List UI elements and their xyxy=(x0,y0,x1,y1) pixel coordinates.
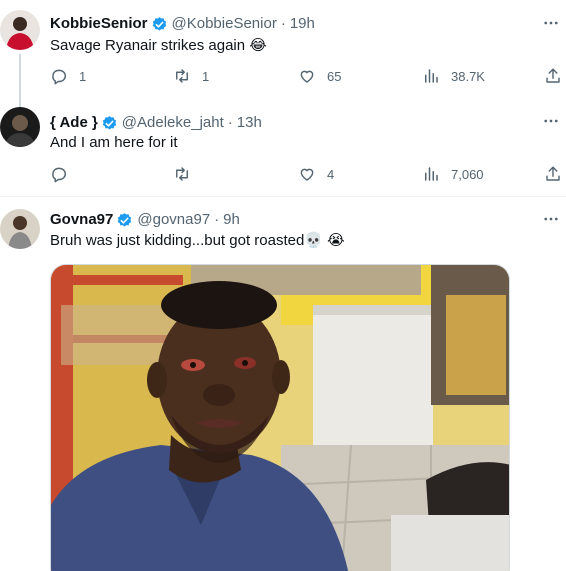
photo-image xyxy=(51,265,509,571)
handle[interactable]: @KobbieSenior xyxy=(172,15,277,33)
timestamp[interactable]: 13h xyxy=(237,114,262,132)
view-count: 38.7K xyxy=(451,68,485,84)
view-count: 7,060 xyxy=(451,166,484,182)
retweet-count: 1 xyxy=(202,68,210,84)
avatar-kobbiesenior[interactable] xyxy=(0,10,40,50)
avatar-adeleke[interactable] xyxy=(0,107,40,147)
reply-icon xyxy=(52,69,67,85)
like-button[interactable]: 4 xyxy=(298,165,334,183)
display-name[interactable]: Govna97 xyxy=(50,211,113,229)
tweet-text: And I am here for it xyxy=(50,134,178,151)
share-button[interactable] xyxy=(544,67,562,85)
display-name[interactable]: KobbieSenior xyxy=(50,15,148,33)
timestamp[interactable]: 9h xyxy=(223,211,240,229)
tweet-1[interactable]: KobbieSenior @KobbieSenior · 19h Savage … xyxy=(0,0,566,110)
share-button[interactable] xyxy=(544,165,562,183)
separator-dot: · xyxy=(214,211,220,228)
tweet-header: Govna97 @govna97 · 9h xyxy=(50,211,240,229)
views-button[interactable]: 7,060 xyxy=(422,165,484,183)
more-icon[interactable] xyxy=(542,112,560,130)
verified-badge-icon xyxy=(118,212,132,227)
views-icon xyxy=(425,167,438,181)
verified-badge-icon xyxy=(152,16,166,31)
tweet-text: Savage Ryanair strikes again 😂 xyxy=(50,37,267,54)
share-icon xyxy=(546,68,560,83)
reply-count: 1 xyxy=(79,68,87,84)
like-count: 65 xyxy=(327,68,342,84)
more-icon[interactable] xyxy=(542,210,560,228)
action-bar: 4 7,060 xyxy=(50,165,566,185)
retweet-icon xyxy=(176,167,188,181)
retweet-icon xyxy=(176,69,188,83)
like-count: 4 xyxy=(327,166,335,182)
display-name[interactable]: { Ade } xyxy=(50,114,98,132)
like-icon xyxy=(300,168,314,181)
avatar-govna97[interactable] xyxy=(0,209,40,249)
timestamp[interactable]: 19h xyxy=(290,15,315,33)
tweet-header: KobbieSenior @KobbieSenior · 19h xyxy=(50,15,315,33)
reply-button[interactable]: 1 xyxy=(50,67,86,85)
tweet-header: { Ade } @Adeleke_jaht · 13h xyxy=(50,114,262,132)
tweet-text: Bruh was just kidding...but got roasted💀… xyxy=(50,232,345,249)
tweet-2[interactable]: { Ade } @Adeleke_jaht · 13h And I am her… xyxy=(0,95,566,196)
action-bar: 1 1 65 38.7K xyxy=(50,67,566,87)
separator-dot: · xyxy=(280,15,286,32)
views-icon xyxy=(425,69,438,83)
retweet-button[interactable] xyxy=(173,165,202,183)
reply-button[interactable] xyxy=(50,165,79,183)
reply-icon xyxy=(52,167,67,183)
like-icon xyxy=(300,70,314,83)
views-button[interactable]: 38.7K xyxy=(422,67,485,85)
retweet-button[interactable]: 1 xyxy=(173,67,209,85)
handle[interactable]: @Adeleke_jaht xyxy=(122,114,224,132)
share-icon xyxy=(546,166,560,181)
separator-dot: · xyxy=(227,114,233,131)
handle[interactable]: @govna97 xyxy=(137,211,210,229)
verified-badge-icon xyxy=(102,115,117,130)
more-icon[interactable] xyxy=(542,14,560,32)
like-button[interactable]: 65 xyxy=(298,67,341,85)
tweet-media-photo[interactable] xyxy=(50,264,510,571)
